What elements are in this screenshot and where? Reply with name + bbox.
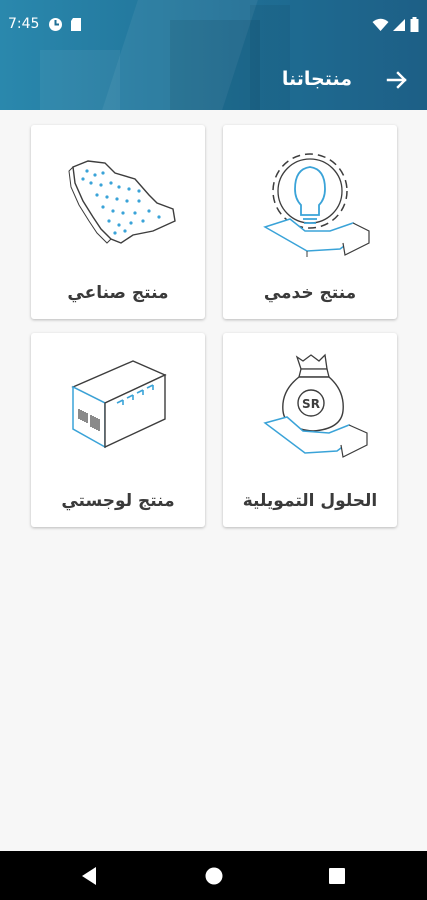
app-header: 7:45 منتجاتنا (0, 0, 427, 110)
product-label: منتج خدمي (263, 283, 357, 303)
back-triangle-icon (82, 867, 96, 885)
status-time: 7:45 (8, 16, 40, 32)
system-nav-bar (0, 851, 427, 900)
money-bag-hand-icon: SR (263, 353, 368, 458)
product-card-financing[interactable]: SR الحلول التمويلية (223, 333, 397, 527)
product-card-service[interactable]: منتج خدمي (223, 125, 397, 319)
signal-icon (392, 17, 406, 36)
back-button[interactable] (379, 62, 415, 98)
product-label: الحلول التمويلية (242, 491, 378, 511)
app-bar: منتجاتنا (0, 50, 427, 110)
nav-back-button[interactable] (79, 865, 101, 887)
data-saver-icon (48, 17, 63, 36)
svg-text:SR: SR (302, 397, 320, 411)
home-circle-icon (205, 867, 223, 885)
sd-card-icon (70, 17, 82, 36)
product-card-logistics[interactable]: منتج لوجستي (31, 333, 205, 527)
lightbulb-gear-icon (263, 153, 370, 257)
status-bar: 7:45 (0, 0, 427, 50)
recents-square-icon (329, 868, 345, 884)
product-card-industrial[interactable]: منتج صناعي (31, 125, 205, 319)
wifi-icon (372, 17, 389, 36)
product-label: منتج صناعي (67, 283, 169, 303)
warehouse-icon (71, 360, 167, 449)
nav-recents-button[interactable] (326, 865, 348, 887)
saudi-map-icon (68, 160, 176, 244)
arrow-icon (386, 71, 407, 89)
battery-icon (410, 17, 419, 36)
page-title: منتجاتنا (281, 68, 352, 90)
nav-home-button[interactable] (203, 865, 225, 887)
product-label: منتج لوجستي (61, 491, 175, 511)
